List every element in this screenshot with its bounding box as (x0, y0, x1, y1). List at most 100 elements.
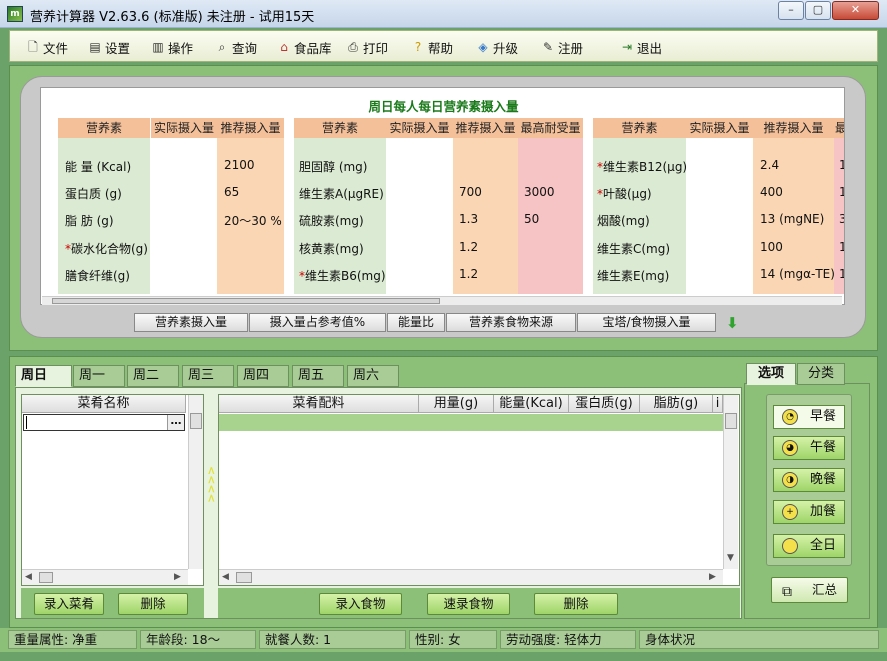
meal-breakfast-button[interactable]: ◔ 早餐 (773, 405, 845, 429)
dish-hscroll-thumb[interactable] (39, 572, 53, 583)
group3-row-0-max: 1 (839, 158, 844, 172)
tab-friday[interactable]: 周五 (292, 365, 344, 387)
group1-row-4-name: 膳食纤维(g) (65, 267, 130, 284)
scroll-left-icon[interactable]: ◀ (25, 572, 32, 582)
ingredient-horizontal-scrollbar[interactable]: ◀ ▶ (219, 569, 723, 585)
menu-food-library[interactable]: ⌂ 食品库 (277, 38, 331, 56)
menu-settings-label: 设置 (105, 40, 131, 56)
expand-arrows-icon[interactable]: <<<< (205, 466, 218, 506)
delete-dish-button[interactable]: 删除 (118, 593, 188, 615)
app-logo-icon: m (7, 6, 23, 22)
nutrient-name: 胆固醇 (mg) (299, 160, 368, 174)
group3-row-0-recommended: 2.4 (760, 158, 780, 172)
tab-food-sources[interactable]: 营养素食物来源 (446, 313, 576, 332)
close-button[interactable]: ✕ (832, 1, 879, 20)
status-labor: 劳动强度: 轻体力 (500, 630, 636, 649)
group1-row-0-recommended: 2100 (224, 158, 255, 172)
menu-exit[interactable]: ⇥ 退出 (620, 38, 662, 56)
g3-header-recommended: 推荐摄入量 (753, 118, 834, 138)
tab-pyramid[interactable]: 宝塔/食物摄入量 (577, 313, 716, 332)
group2-row-2-name: 硫胺素(mg) (299, 212, 364, 229)
group2-row-2-recommended: 1.3 (459, 212, 479, 226)
scroll-right-icon[interactable]: ▶ (174, 572, 181, 582)
tab-intake-percent[interactable]: 摄入量占参考值% (249, 313, 386, 332)
clock-icon: ◔ (782, 409, 798, 425)
tab-category[interactable]: 分类 (797, 363, 845, 385)
add-dish-button[interactable]: 录入菜肴 (34, 593, 104, 615)
ingredient-hscroll-thumb[interactable] (236, 572, 252, 583)
tab-saturday[interactable]: 周六 (347, 365, 399, 387)
title-bar: m 营养计算器 V2.63.6 (标准版) 未注册 - 试用15天 – ▢ ✕ (0, 0, 887, 28)
status-age: 年龄段: 18～ (140, 630, 256, 649)
status-health: 身体状况 (639, 630, 879, 649)
menu-operation[interactable]: ▥ 操作 (151, 38, 193, 56)
minimize-button[interactable]: – (778, 1, 804, 20)
nutrient-scroll-thumb[interactable] (52, 298, 440, 304)
exit-icon: ⇥ (621, 40, 633, 54)
group3-row-2-max: 3 (839, 212, 844, 226)
nutrient-name: 膳食纤维(g) (65, 269, 130, 283)
dish-vscroll-thumb[interactable] (190, 413, 202, 429)
tab-nutrient-intake[interactable]: 营养素摄入量 (134, 313, 248, 332)
nutrient-name: 叶酸(μg) (603, 187, 652, 201)
menu-register[interactable]: ✎ 注册 (541, 38, 583, 56)
menu-upgrade-label: 升级 (493, 40, 519, 56)
plus-icon: + (782, 504, 798, 520)
add-food-button[interactable]: 录入食物 (319, 593, 402, 615)
tab-tuesday[interactable]: 周二 (127, 365, 179, 387)
nutrient-horizontal-scrollbar[interactable] (42, 296, 842, 305)
meal-allday-button[interactable]: 全日 (773, 534, 845, 558)
ingredient-vertical-scrollbar[interactable]: ▼ (723, 395, 738, 569)
group2-row-1-max: 3000 (524, 185, 555, 199)
ingredient-selected-row[interactable] (219, 414, 723, 431)
tab-thursday[interactable]: 周四 (237, 365, 289, 387)
maximize-button[interactable]: ▢ (805, 1, 831, 20)
help-icon: ? (414, 40, 422, 54)
dish-horizontal-scrollbar[interactable]: ◀ ▶ (22, 569, 188, 585)
quick-food-button[interactable]: 速录食物 (427, 593, 510, 615)
meal-dinner-label: 晚餐 (810, 472, 837, 487)
tab-monday[interactable]: 周一 (73, 365, 125, 387)
meal-lunch-button[interactable]: ◕ 午餐 (773, 436, 845, 460)
scroll-right-icon[interactable]: ▶ (709, 572, 716, 582)
group3-row-2-name: 烟酸(mg) (597, 212, 650, 229)
menu-operation-label: 操作 (168, 40, 194, 56)
search-icon: ⌕ (218, 40, 226, 54)
ingredient-header-name: 菜肴配料 (219, 395, 419, 413)
meal-dinner-button[interactable]: ◑ 晚餐 (773, 468, 845, 492)
dish-vertical-scrollbar[interactable] (188, 395, 203, 569)
menu-bar: 🗋 文件 ▤ 设置 ▥ 操作 ⌕ 查询 ⌂ 食品库 ⎙ 打印 ? 帮助 ◈ 升级 ✎ 注册 ⇥ 退出 (9, 30, 878, 62)
menu-file[interactable]: 🗋 文件 (26, 38, 68, 56)
meal-allday-label: 全日 (810, 538, 837, 553)
g2-header-max: 最高耐受量 (518, 118, 583, 138)
register-icon: ✎ (542, 40, 554, 54)
tab-energy-ratio[interactable]: 能量比 (387, 313, 445, 332)
group2-row-4-name: *维生素B6(mg) (299, 267, 386, 284)
status-diners: 就餐人数: 1 (259, 630, 406, 649)
dish-name-input[interactable]: … (23, 414, 185, 431)
delete-food-button[interactable]: 删除 (534, 593, 618, 615)
menu-upgrade[interactable]: ◈ 升级 (476, 38, 518, 56)
menu-print-label: 打印 (363, 40, 389, 56)
menu-print[interactable]: ⎙ 打印 (346, 38, 388, 56)
menu-help[interactable]: ? 帮助 (411, 38, 453, 56)
tab-sunday[interactable]: 周日 (15, 365, 72, 387)
ingredient-vscroll-thumb[interactable] (725, 413, 737, 429)
g1-header-actual: 实际摄入量 (151, 118, 217, 138)
scroll-down-icon[interactable]: ▼ (727, 553, 734, 563)
summary-button[interactable]: ⧉ 汇总 (771, 577, 848, 603)
group1-row-1-name: 蛋白质 (g) (65, 185, 122, 202)
ellipsis-button[interactable]: … (167, 415, 184, 430)
down-arrow-icon[interactable]: ⬇ (726, 316, 742, 332)
tab-options[interactable]: 选项 (746, 363, 796, 385)
ingredient-header-fat: 脂肪(g) (640, 395, 713, 413)
menu-settings[interactable]: ▤ 设置 (88, 38, 130, 56)
status-gender: 性别: 女 (409, 630, 497, 649)
meal-snack-button[interactable]: + 加餐 (773, 500, 845, 524)
circle-icon (782, 538, 798, 554)
tab-wednesday[interactable]: 周三 (182, 365, 234, 387)
menu-query[interactable]: ⌕ 查询 (215, 38, 257, 56)
g3-header-nutrient: 营养素 (593, 118, 686, 138)
group1-row-2-recommended: 20～30 % (224, 214, 282, 228)
scroll-left-icon[interactable]: ◀ (222, 572, 229, 582)
